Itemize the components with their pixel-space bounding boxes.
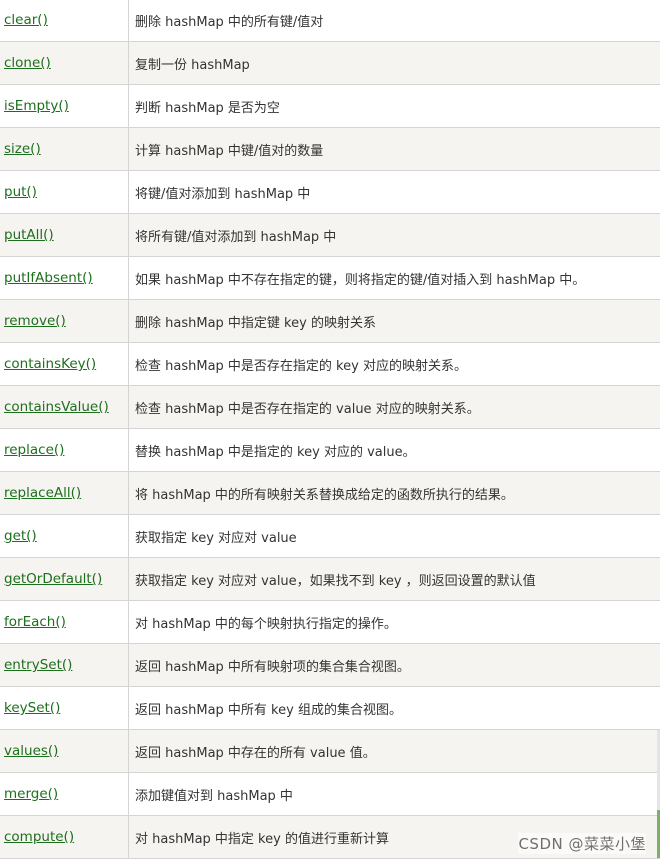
method-link[interactable]: putIfAbsent() bbox=[4, 270, 93, 286]
table-row: get() 获取指定 key 对应对 value bbox=[0, 514, 660, 558]
table-row: putIfAbsent() 如果 hashMap 中不存在指定的键，则将指定的键/… bbox=[0, 256, 660, 300]
method-cell: size() bbox=[0, 127, 129, 171]
method-link[interactable]: putAll() bbox=[4, 227, 54, 243]
table-row: put() 将键/值对添加到 hashMap 中 bbox=[0, 170, 660, 214]
method-description: 获取指定 key 对应对 value，如果找不到 key ，则返回设置的默认值 bbox=[128, 557, 660, 601]
method-cell: values() bbox=[0, 729, 129, 773]
method-link[interactable]: containsValue() bbox=[4, 399, 109, 415]
method-description: 获取指定 key 对应对 value bbox=[128, 514, 660, 558]
table-row: containsValue() 检查 hashMap 中是否存在指定的 value… bbox=[0, 385, 660, 429]
method-link[interactable]: replaceAll() bbox=[4, 485, 81, 501]
method-link[interactable]: replace() bbox=[4, 442, 64, 458]
method-link[interactable]: size() bbox=[4, 141, 41, 157]
table-row: keySet() 返回 hashMap 中所有 key 组成的集合视图。 bbox=[0, 686, 660, 730]
method-link[interactable]: remove() bbox=[4, 313, 66, 329]
method-link[interactable]: containsKey() bbox=[4, 356, 96, 372]
csdn-watermark: CSDN @菜菜小堡 bbox=[518, 833, 646, 854]
table-row: containsKey() 检查 hashMap 中是否存在指定的 key 对应的… bbox=[0, 342, 660, 386]
method-link[interactable]: get() bbox=[4, 528, 37, 544]
table-row: entrySet() 返回 hashMap 中所有映射项的集合集合视图。 bbox=[0, 643, 660, 687]
table-row: forEach() 对 hashMap 中的每个映射执行指定的操作。 bbox=[0, 600, 660, 644]
method-cell: merge() bbox=[0, 772, 129, 816]
method-description: 将键/值对添加到 hashMap 中 bbox=[128, 170, 660, 214]
table-row: replaceAll() 将 hashMap 中的所有映射关系替换成给定的函数所执… bbox=[0, 471, 660, 515]
table-row: values() 返回 hashMap 中存在的所有 value 值。 bbox=[0, 729, 660, 773]
table-row: merge() 添加键值对到 hashMap 中 bbox=[0, 772, 660, 816]
method-description: 将所有键/值对添加到 hashMap 中 bbox=[128, 213, 660, 257]
table-body: clear() 删除 hashMap 中的所有键/值对 clone() 复制一份 ha… bbox=[0, 0, 660, 859]
method-description: 返回 hashMap 中所有映射项的集合集合视图。 bbox=[128, 643, 660, 687]
method-description: 删除 hashMap 中指定键 key 的映射关系 bbox=[128, 299, 660, 343]
method-link[interactable]: entrySet() bbox=[4, 657, 72, 673]
method-cell: remove() bbox=[0, 299, 129, 343]
table-row: isEmpty() 判断 hashMap 是否为空 bbox=[0, 84, 660, 128]
method-cell: isEmpty() bbox=[0, 84, 129, 128]
method-description: 删除 hashMap 中的所有键/值对 bbox=[128, 0, 660, 42]
method-cell: putIfAbsent() bbox=[0, 256, 129, 300]
method-cell: clear() bbox=[0, 0, 129, 42]
table-row: clear() 删除 hashMap 中的所有键/值对 bbox=[0, 0, 660, 42]
method-cell: put() bbox=[0, 170, 129, 214]
method-cell: compute() bbox=[0, 815, 129, 859]
method-cell: keySet() bbox=[0, 686, 129, 730]
table-row: getOrDefault() 获取指定 key 对应对 value，如果找不到 k… bbox=[0, 557, 660, 601]
method-link[interactable]: clone() bbox=[4, 55, 51, 71]
method-description: 检查 hashMap 中是否存在指定的 value 对应的映射关系。 bbox=[128, 385, 660, 429]
hashmap-methods-table: clear() 删除 hashMap 中的所有键/值对 clone() 复制一份 ha… bbox=[0, 0, 660, 859]
method-link[interactable]: compute() bbox=[4, 829, 74, 845]
method-description: 如果 hashMap 中不存在指定的键，则将指定的键/值对插入到 hashMap… bbox=[128, 256, 660, 300]
table-row: replace() 替换 hashMap 中是指定的 key 对应的 value。 bbox=[0, 428, 660, 472]
method-cell: containsValue() bbox=[0, 385, 129, 429]
table-row: clone() 复制一份 hashMap bbox=[0, 41, 660, 85]
method-cell: clone() bbox=[0, 41, 129, 85]
table-row: size() 计算 hashMap 中键/值对的数量 bbox=[0, 127, 660, 171]
method-cell: replace() bbox=[0, 428, 129, 472]
method-cell: getOrDefault() bbox=[0, 557, 129, 601]
method-description: 判断 hashMap 是否为空 bbox=[128, 84, 660, 128]
method-description: 将 hashMap 中的所有映射关系替换成给定的函数所执行的结果。 bbox=[128, 471, 660, 515]
method-description: 对 hashMap 中的每个映射执行指定的操作。 bbox=[128, 600, 660, 644]
method-cell: replaceAll() bbox=[0, 471, 129, 515]
method-description: 复制一份 hashMap bbox=[128, 41, 660, 85]
method-link[interactable]: values() bbox=[4, 743, 58, 759]
table-row: putAll() 将所有键/值对添加到 hashMap 中 bbox=[0, 213, 660, 257]
method-link[interactable]: getOrDefault() bbox=[4, 571, 102, 587]
method-description: 替换 hashMap 中是指定的 key 对应的 value。 bbox=[128, 428, 660, 472]
method-link[interactable]: isEmpty() bbox=[4, 98, 69, 114]
method-cell: putAll() bbox=[0, 213, 129, 257]
method-link[interactable]: keySet() bbox=[4, 700, 60, 716]
table-row: remove() 删除 hashMap 中指定键 key 的映射关系 bbox=[0, 299, 660, 343]
method-description: 计算 hashMap 中键/值对的数量 bbox=[128, 127, 660, 171]
method-link[interactable]: put() bbox=[4, 184, 37, 200]
method-link[interactable]: merge() bbox=[4, 786, 58, 802]
method-description: 返回 hashMap 中存在的所有 value 值。 bbox=[128, 729, 660, 773]
method-description: 添加键值对到 hashMap 中 bbox=[128, 772, 660, 816]
method-cell: containsKey() bbox=[0, 342, 129, 386]
method-cell: entrySet() bbox=[0, 643, 129, 687]
method-cell: forEach() bbox=[0, 600, 129, 644]
method-description: 返回 hashMap 中所有 key 组成的集合视图。 bbox=[128, 686, 660, 730]
method-cell: get() bbox=[0, 514, 129, 558]
method-description: 检查 hashMap 中是否存在指定的 key 对应的映射关系。 bbox=[128, 342, 660, 386]
method-link[interactable]: clear() bbox=[4, 12, 48, 28]
method-link[interactable]: forEach() bbox=[4, 614, 66, 630]
